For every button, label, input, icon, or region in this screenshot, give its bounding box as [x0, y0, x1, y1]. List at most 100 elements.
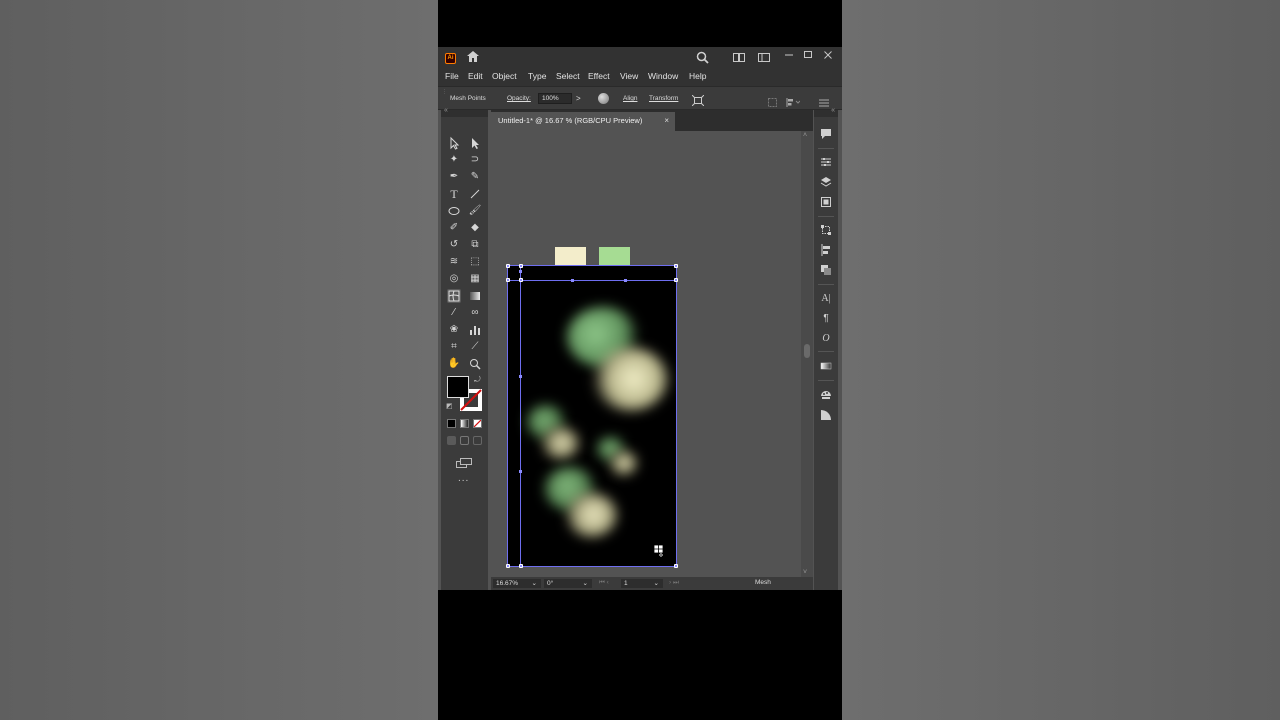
- opacity-chevron[interactable]: >: [576, 94, 581, 103]
- transparency-icon[interactable]: [819, 409, 833, 423]
- menu-effect[interactable]: Effect: [588, 71, 610, 81]
- draw-behind-icon[interactable]: [460, 436, 469, 445]
- align-panel-icon[interactable]: [819, 244, 833, 258]
- zoom-level-field[interactable]: 16.67% ⌄: [493, 579, 541, 588]
- symbol-sprayer-tool-icon[interactable]: ❀: [447, 323, 461, 337]
- slice-tool-icon[interactable]: ⟋: [468, 340, 482, 354]
- magic-wand-tool-icon[interactable]: ✦: [447, 153, 461, 167]
- blend-tool-icon[interactable]: ∞: [468, 306, 482, 320]
- selection-tool-icon[interactable]: [447, 136, 461, 150]
- color-guide-icon[interactable]: [819, 389, 833, 403]
- align-link[interactable]: Align: [623, 95, 637, 102]
- swap-fill-stroke-icon[interactable]: ⤾: [474, 375, 481, 385]
- minimize-icon[interactable]: [785, 50, 793, 63]
- rotate-tool-icon[interactable]: ↺: [447, 238, 461, 252]
- type-tool-icon[interactable]: T: [447, 187, 461, 201]
- screen-mode-icon[interactable]: [456, 455, 472, 473]
- scroll-down-icon[interactable]: ˅: [803, 569, 807, 576]
- artboard-tool-icon[interactable]: ⌗: [447, 340, 461, 354]
- opacity-label[interactable]: Opacity:: [507, 95, 531, 102]
- eyedropper-tool-icon[interactable]: ⁄: [447, 306, 461, 320]
- edit-toolbar-icon[interactable]: ...: [458, 473, 469, 484]
- menu-window[interactable]: Window: [648, 71, 678, 81]
- menu-select[interactable]: Select: [556, 71, 580, 81]
- panel-dock-header[interactable]: «: [814, 107, 838, 117]
- warp-tool-icon[interactable]: ≋: [447, 255, 461, 269]
- shape-builder-tool-icon[interactable]: ◎: [447, 272, 461, 286]
- properties-icon[interactable]: [819, 156, 833, 170]
- mesh-cursor-icon: [653, 544, 667, 563]
- panel-grip-icon[interactable]: ⋮: [442, 89, 447, 95]
- artboard-dropdown-icon[interactable]: ⌄: [654, 579, 659, 588]
- pathfinder-icon[interactable]: [819, 264, 833, 278]
- recolor-icon[interactable]: [598, 93, 609, 104]
- hand-tool-icon[interactable]: ✋: [447, 357, 461, 371]
- eraser-tool-icon[interactable]: ◆: [468, 221, 482, 235]
- menu-file[interactable]: File: [445, 71, 459, 81]
- close-tab-icon[interactable]: ×: [664, 112, 669, 130]
- mesh-tool-icon[interactable]: [447, 289, 461, 303]
- scroll-up-icon[interactable]: ˄: [803, 132, 807, 139]
- zoom-dropdown-icon[interactable]: ⌄: [532, 579, 537, 588]
- perspective-grid-tool-icon[interactable]: ▦: [468, 272, 482, 286]
- direct-selection-tool-icon[interactable]: [468, 136, 482, 150]
- opacity-input[interactable]: 100%: [538, 93, 572, 104]
- workspace-switcher-icon[interactable]: [758, 53, 770, 65]
- menu-view[interactable]: View: [620, 71, 638, 81]
- menu-edit[interactable]: Edit: [468, 71, 483, 81]
- isolate-selection-icon[interactable]: [691, 93, 705, 111]
- canvas[interactable]: [491, 131, 801, 577]
- zoom-tool-icon[interactable]: [468, 357, 482, 371]
- artboard-number-field[interactable]: 1 ⌄: [621, 579, 663, 588]
- gradient-panel-icon[interactable]: [819, 360, 833, 374]
- collapse-icon[interactable]: «: [444, 107, 448, 114]
- draw-normal-icon[interactable]: [447, 436, 456, 445]
- paintbrush-tool-icon[interactable]: 🖌: [468, 204, 482, 218]
- column-graph-tool-icon[interactable]: [468, 323, 482, 337]
- vertical-scrollbar[interactable]: ˄ ˅: [801, 131, 813, 577]
- none-mode-button[interactable]: [473, 419, 482, 428]
- tools-panel-header[interactable]: «: [441, 107, 488, 117]
- line-segment-tool-icon[interactable]: [468, 187, 482, 201]
- menu-help[interactable]: Help: [689, 71, 706, 81]
- lasso-tool-icon[interactable]: ⊃: [468, 153, 482, 167]
- scale-tool-icon[interactable]: ⧉: [468, 238, 482, 252]
- artboard-number-value: 1: [624, 580, 628, 587]
- libraries-icon[interactable]: [819, 196, 833, 210]
- rotation-dropdown-icon[interactable]: ⌄: [583, 579, 588, 588]
- transform-panel-icon[interactable]: [819, 224, 833, 238]
- artboard-next-last-icon[interactable]: › ⏭: [669, 579, 679, 587]
- free-transform-tool-icon[interactable]: ⬚: [468, 255, 482, 269]
- draw-inside-icon[interactable]: [473, 436, 482, 445]
- layers-icon[interactable]: [819, 176, 833, 190]
- transform-link[interactable]: Transform: [649, 95, 678, 102]
- artboard[interactable]: [507, 265, 677, 567]
- document-tab[interactable]: Untitled-1* @ 16.67 % (RGB/CPU Preview) …: [491, 112, 675, 131]
- gradient-mode-button[interactable]: [460, 419, 469, 428]
- menu-object[interactable]: Object: [492, 71, 517, 81]
- expand-icon[interactable]: «: [831, 107, 835, 114]
- pen-tool-icon[interactable]: ✒: [447, 170, 461, 184]
- artboard-first-prev-icon[interactable]: ⏮ ‹: [599, 579, 609, 587]
- shaper-tool-icon[interactable]: ✐: [447, 221, 461, 235]
- character-icon[interactable]: A|: [819, 292, 833, 306]
- curvature-tool-icon[interactable]: ✎: [468, 170, 482, 184]
- opentype-icon[interactable]: O: [819, 332, 833, 346]
- search-icon[interactable]: [696, 51, 709, 67]
- menu-type[interactable]: Type: [528, 71, 546, 81]
- app-logo: Ai: [445, 53, 456, 64]
- rotation-field[interactable]: 0° ⌄: [544, 579, 592, 588]
- maximize-icon[interactable]: [804, 50, 812, 63]
- close-icon[interactable]: [824, 50, 832, 63]
- default-fill-stroke-icon[interactable]: ◩: [446, 402, 453, 410]
- arrange-documents-icon[interactable]: [733, 53, 745, 65]
- ellipse-tool-icon[interactable]: [447, 204, 461, 218]
- comments-icon[interactable]: [819, 128, 833, 142]
- paragraph-icon[interactable]: ¶: [819, 312, 833, 326]
- scrollbar-thumb[interactable]: [804, 344, 810, 358]
- color-mode-button[interactable]: [447, 419, 456, 428]
- panel-dock: « A| ¶ O: [814, 107, 838, 590]
- gradient-tool-icon[interactable]: [468, 289, 482, 303]
- fill-color-swatch[interactable]: [447, 376, 469, 398]
- home-icon[interactable]: [466, 50, 480, 66]
